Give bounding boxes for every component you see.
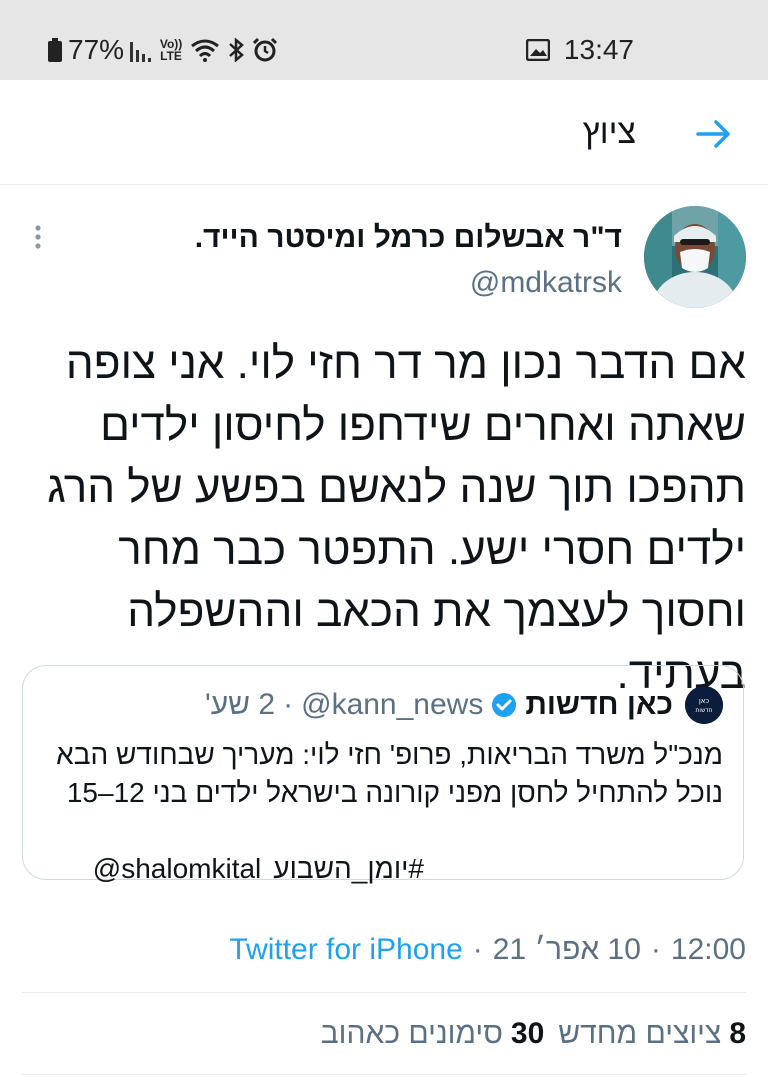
more-options-icon[interactable] [26,224,50,252]
quoted-mention[interactable]: @shalomkital [93,850,261,888]
retweets-stat[interactable]: 8 ציוצים מחדש [558,1014,746,1054]
arrow-right-icon[interactable] [694,114,734,154]
tweet-source-link[interactable]: Twitter for iPhone [229,930,462,970]
tweet-stats: 8 ציוצים מחדש 30 סימונים כאהוב [321,1014,746,1054]
quoted-author-handle: @kann_news [301,688,484,721]
battery-icon [48,38,62,62]
quoted-timestamp: 2 שע' [204,688,276,721]
author-avatar[interactable] [644,206,746,308]
quoted-tweet[interactable]: כאן חדשות כאן חדשות @kann_news · 2 שע' מ… [22,665,744,880]
tweet-meta: 12:00 · 10 אפר׳ 21 · Twitter for iPhone [229,930,746,970]
alarm-icon [252,37,278,62]
verified-badge-icon [492,693,517,717]
status-bar-right: 13:47 [525,33,634,67]
quoted-text: מנכ"ל משרד הבריאות, פרופ' חזי לוי: מעריך… [43,736,723,812]
likes-stat[interactable]: 30 סימונים כאהוב [321,1014,545,1054]
divider [22,992,746,993]
quoted-text-body: מנכ"ל משרד הבריאות, פרופ' חזי לוי: מעריך… [56,739,723,808]
quoted-separator: · [283,688,294,721]
tweet-text: אם הדבר נכון מר דר חזי לוי. אני צופה שאת… [47,339,746,698]
status-bar-left: 77% Vo)) LTE [48,33,278,67]
signal-icon [130,42,152,62]
quoted-hashtag[interactable]: #יומן_השבוע [273,850,424,888]
tweet-time: 12:00 [670,933,746,966]
author-name[interactable]: ד"ר אבשלום כרמל ומיסטר הייד. [195,220,622,256]
likes-label: סימונים כאהוב [320,1017,503,1050]
author-avatar-image [644,206,746,308]
quoted-tags: #יומן_השבוע @shalomkital [93,850,424,888]
author-handle[interactable]: @mdkatrsk [470,265,622,301]
quoted-header: כאן חדשות @kann_news · 2 שע' [205,687,673,723]
svg-text:חדשות: חדשות [695,707,712,714]
wifi-icon [191,39,219,62]
image-notification-icon [525,39,550,61]
status-bar: 77% Vo)) LTE 13:47 [0,0,768,80]
meta-separator-1: · [650,933,661,966]
svg-text:כאן: כאן [699,697,710,705]
retweets-count: 8 [729,1017,746,1050]
quoted-author-name: כאן חדשות [525,688,673,721]
retweets-label: ציוצים מחדש [558,1017,722,1050]
clock: 13:47 [563,34,634,65]
quoted-avatar: כאן חדשות [685,686,723,724]
volte-label: Vo)) LTE [159,37,183,63]
tweet-date: 10 אפר׳ 21 [492,933,641,966]
battery-percent: 77% [68,34,125,65]
kan-logo-icon: כאן חדשות [685,686,723,724]
divider-bottom [22,1074,746,1075]
meta-separator-2: · [472,933,483,966]
page-title: ציוץ [582,113,636,151]
likes-count: 30 [510,1017,545,1050]
bluetooth-icon [229,38,244,62]
top-bar: ציוץ [0,80,768,185]
